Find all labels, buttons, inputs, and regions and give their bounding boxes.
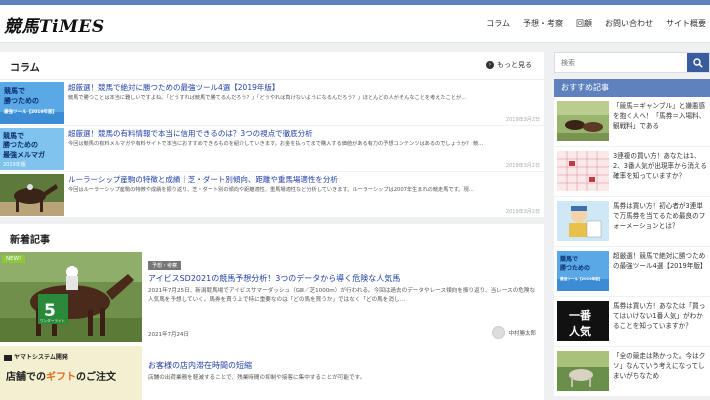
author-name: 中村勝太郎 bbox=[508, 330, 536, 337]
category-tag[interactable]: 予想・考察 bbox=[148, 261, 182, 270]
svg-text:最強メルマガ: 最強メルマガ bbox=[3, 150, 45, 159]
brand-label: ヤマトシステム開発 bbox=[4, 352, 68, 361]
newest-section-title: 新着記事 bbox=[10, 235, 50, 246]
svg-text:勝つための: 勝つための bbox=[560, 264, 590, 272]
recommended-title[interactable]: 「競馬＝ギャンブル」と嫌悪感を抱く人へ！「馬券＝入場料、観戦料」である bbox=[613, 101, 707, 141]
article-thumbnail[interactable] bbox=[0, 174, 64, 216]
svg-text:ワンダーライト: ワンダーライト bbox=[40, 318, 66, 323]
article-excerpt: 今回は競馬の有料メルマガや有料サイトで本当におすすめできるものを紹介していきます… bbox=[68, 141, 484, 147]
article-thumbnail[interactable]: 競馬で 勝つための 最強ツール【2019年版】 bbox=[0, 82, 64, 124]
recommended-title[interactable]: 馬券は買い方！あなたは「買ってはいけない1番人気」がわかることを知っていますか？ bbox=[613, 301, 707, 341]
article-thumbnail[interactable]: ヤマトシステム開発 店舗でのギフトのご注文 bbox=[0, 346, 142, 400]
svg-text:最強ツール【2019年版】: 最強ツール【2019年版】 bbox=[4, 108, 57, 115]
article-thumbnail[interactable] bbox=[557, 151, 609, 191]
svg-text:人気: 人気 bbox=[569, 324, 591, 338]
article-thumbnail[interactable]: 競馬で 勝つための 最強メルマガ 2019年版 bbox=[0, 128, 64, 170]
svg-text:勝つための: 勝つための bbox=[4, 96, 39, 105]
recommended-item[interactable]: 一番 人気 馬券は買い方！あなたは「買ってはいけない1番人気」がわかることを知っ… bbox=[554, 297, 710, 347]
article-date: 2021年7月24日 bbox=[148, 332, 189, 338]
recommended-title[interactable]: 超厳選！競馬で絶対に勝つための最強ツール4選【2019年版】 bbox=[613, 251, 707, 291]
article-title[interactable]: お客様の店内滞在時間の短縮 bbox=[148, 360, 540, 372]
sidebar-title: おすすめ記事 bbox=[554, 79, 710, 97]
newest-list-item[interactable]: 5 ワンダーライト NEW! 予想・考察 アイビスSD2021の競馬予想分析！3… bbox=[0, 250, 544, 344]
article-date: 2019年3月2日 bbox=[505, 209, 540, 215]
article-body: ルーラーシップ産駒の特徴と成績｜芝・ダート別傾向、距離や重馬場適性を分析 今回は… bbox=[68, 174, 534, 194]
article-thumbnail[interactable] bbox=[557, 201, 609, 241]
recommended-item[interactable]: 「全の競走は熱かった。今はクソ」なんていう考えになってしまいがちなため bbox=[554, 347, 710, 397]
more-link[interactable]: › もっと見る bbox=[486, 60, 532, 70]
svg-text:競馬で: 競馬で bbox=[4, 86, 25, 95]
article-date: 2019年3月2日 bbox=[505, 117, 540, 123]
article-thumbnail[interactable]: 5 ワンダーライト NEW! bbox=[0, 252, 142, 342]
svg-text:2019年版: 2019年版 bbox=[3, 161, 26, 168]
nav-item-contact[interactable]: お問い合わせ bbox=[605, 18, 653, 29]
thumbnail-headline: 店舗でのギフトのご注文 bbox=[6, 372, 116, 383]
article-excerpt: 今回はルーラーシップ産駒の特徴や成績を振り返り、芝・ダート別の傾向や距離適性、重… bbox=[68, 187, 474, 193]
search-button[interactable] bbox=[687, 53, 709, 72]
recommended-item[interactable]: 競馬で 勝つための 最強ツール【2019年版】 超厳選！競馬で絶対に勝つための最… bbox=[554, 247, 710, 297]
recommended-title[interactable]: 3連複の買い方！あなたは1、2、3番人気が出現率から消える確率を知っていますか？ bbox=[613, 151, 707, 191]
article-body: お客様の店内滞在時間の短縮 店舗の出荷業務を軽減することで、残業時間の抑制や接客… bbox=[148, 346, 540, 400]
chevron-right-icon: › bbox=[486, 61, 494, 69]
article-thumbnail[interactable]: 競馬で 勝つための 最強ツール【2019年版】 bbox=[557, 251, 609, 291]
site-header: 競馬TiMES コラム 予想・考察 回顧 お問い合わせ サイト概要 bbox=[0, 5, 710, 43]
sidebar: おすすめ記事 「競馬＝ギャンブル」と嫌悪感を抱く人へ！「馬券＝入場料、観戦料」で… bbox=[554, 52, 710, 397]
nav-item-review[interactable]: 回顧 bbox=[576, 18, 592, 29]
article-title[interactable]: 超厳選！競馬で絶対に勝つための最強ツール4選【2019年版】 bbox=[68, 82, 534, 93]
recommended-title[interactable]: 「全の競走は熱かった。今はクソ」なんていう考えになってしまいがちなため bbox=[613, 351, 707, 391]
avatar bbox=[492, 326, 506, 339]
author-info[interactable]: 中村勝太郎 bbox=[492, 326, 536, 339]
main-nav: コラム 予想・考察 回顧 お問い合わせ サイト概要 bbox=[486, 18, 706, 29]
newest-list-item[interactable]: ヤマトシステム開発 店舗でのギフトのご注文 お客様の店内滞在時間の短縮 店舗の出… bbox=[0, 344, 544, 400]
article-body: 超厳選！競馬の有料情報で本当に信用できるのは？3つの視点で徹底分析 今回は競馬の… bbox=[68, 128, 534, 148]
svg-text:競馬で: 競馬で bbox=[560, 255, 578, 263]
article-body: 予想・考察 アイビスSD2021の競馬予想分析！3つのデータから導く危険な人気馬… bbox=[148, 252, 540, 339]
search-input[interactable] bbox=[555, 53, 687, 72]
newest-section: 新着記事 5 ワンダーライト NEW! 予想・考察 アイビスSD2021の競馬予… bbox=[0, 224, 544, 400]
more-link-label: もっと見る bbox=[497, 61, 532, 69]
article-title[interactable]: アイビスSD2021の競馬予想分析！3つのデータから導く危険な人気馬 bbox=[148, 273, 540, 285]
article-excerpt: 競馬で勝つことは本当に難しいですよね。「どうすれば競馬で勝てるんだろう？」「どう… bbox=[68, 95, 467, 101]
svg-text:最強ツール【2019年版】: 最強ツール【2019年版】 bbox=[560, 276, 602, 281]
svg-text:競馬で: 競馬で bbox=[3, 131, 24, 140]
article-title[interactable]: 超厳選！競馬の有料情報で本当に信用できるのは？3つの視点で徹底分析 bbox=[68, 128, 534, 139]
main-content: コラム › もっと見る 競馬で 勝つための 最強ツール【2019年版】 超厳選！… bbox=[0, 52, 544, 400]
article-body: 超厳選！競馬で絶対に勝つための最強ツール4選【2019年版】 競馬で勝つことは本… bbox=[68, 82, 534, 102]
article-thumbnail[interactable] bbox=[557, 101, 609, 141]
article-date: 2019年3月2日 bbox=[505, 163, 540, 169]
recommended-item[interactable]: 3連複の買い方！あなたは1、2、3番人気が出現率から消える確率を知っていますか？ bbox=[554, 147, 710, 197]
recommended-item[interactable]: 馬券は買い方！初心者が3連単で万馬券を当てるため最良のフォーメーションとは？ bbox=[554, 197, 710, 247]
column-section-header: コラム › もっと見る bbox=[0, 52, 544, 80]
brand-logo-icon bbox=[4, 354, 12, 361]
column-list-item[interactable]: 競馬で 勝つための 最強メルマガ 2019年版 超厳選！競馬の有料情報で本当に信… bbox=[0, 126, 544, 172]
search-box bbox=[554, 52, 710, 73]
nav-item-about[interactable]: サイト概要 bbox=[666, 18, 706, 29]
recommended-item[interactable]: 「競馬＝ギャンブル」と嫌悪感を抱く人へ！「馬券＝入場料、観戦料」である bbox=[554, 97, 710, 147]
svg-text:勝つための: 勝つための bbox=[3, 140, 38, 149]
article-title[interactable]: ルーラーシップ産駒の特徴と成績｜芝・ダート別傾向、距離や重馬場適性を分析 bbox=[68, 174, 534, 185]
article-thumbnail[interactable]: 一番 人気 bbox=[557, 301, 609, 341]
site-logo[interactable]: 競馬TiMES bbox=[4, 12, 105, 37]
recommended-title[interactable]: 馬券は買い方！初心者が3連単で万馬券を当てるため最良のフォーメーションとは？ bbox=[613, 201, 707, 241]
newest-section-header: 新着記事 bbox=[0, 224, 544, 250]
article-excerpt: 店舗の出荷業務を軽減することで、残業時間の抑制や接客に集中することが可能です。 bbox=[148, 375, 366, 381]
article-thumbnail[interactable] bbox=[557, 351, 609, 391]
search-icon bbox=[693, 58, 703, 68]
column-section-title: コラム bbox=[10, 63, 40, 74]
svg-text:一番: 一番 bbox=[569, 308, 592, 322]
column-section: コラム › もっと見る 競馬で 勝つための 最強ツール【2019年版】 超厳選！… bbox=[0, 52, 544, 218]
column-list-item[interactable]: 競馬で 勝つための 最強ツール【2019年版】 超厳選！競馬で絶対に勝つための最… bbox=[0, 80, 544, 126]
column-list-item[interactable]: ルーラーシップ産駒の特徴と成績｜芝・ダート別傾向、距離や重馬場適性を分析 今回は… bbox=[0, 172, 544, 218]
new-badge: NEW! bbox=[2, 255, 26, 263]
recommended-list: 「競馬＝ギャンブル」と嫌悪感を抱く人へ！「馬券＝入場料、観戦料」である 3連複の… bbox=[554, 97, 710, 397]
nav-item-column[interactable]: コラム bbox=[486, 18, 510, 29]
article-excerpt: 2021年7月25日、新潟競馬場でアイビスサマーダッシュ（GⅢ／芝1000m）が… bbox=[148, 288, 536, 303]
svg-text:5: 5 bbox=[44, 301, 56, 321]
nav-item-prediction[interactable]: 予想・考察 bbox=[523, 18, 563, 29]
